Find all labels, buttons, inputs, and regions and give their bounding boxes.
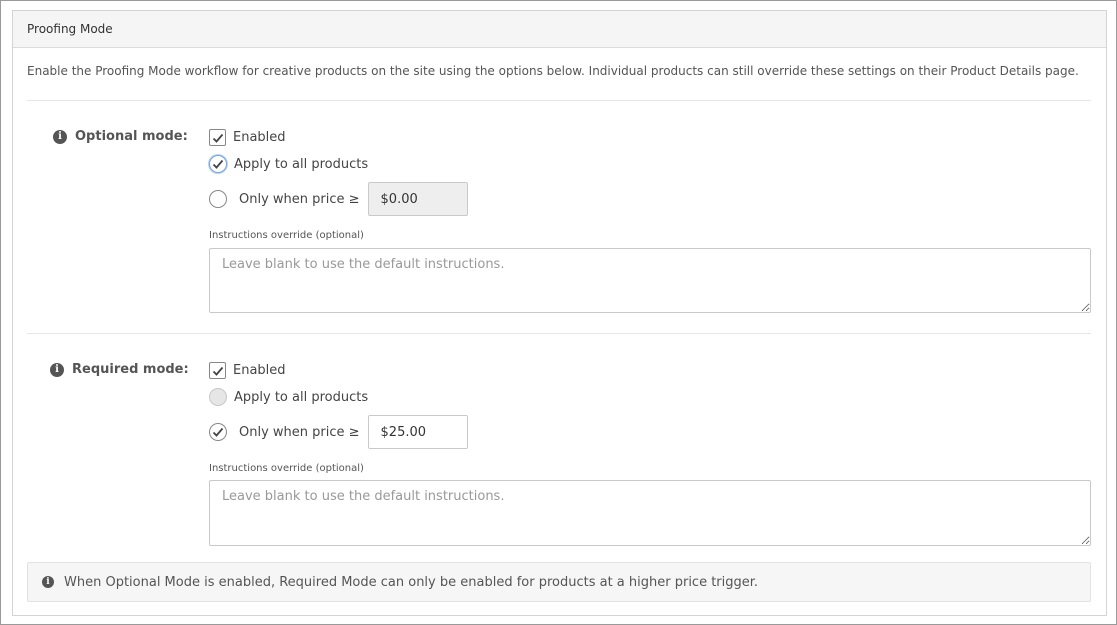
- optional-price-input[interactable]: $0.00: [367, 182, 468, 216]
- info-icon[interactable]: i: [50, 362, 64, 377]
- required-price-row[interactable]: Only when price ≥ $25.00: [209, 415, 468, 449]
- panel-title: Proofing Mode: [27, 22, 113, 36]
- optional-apply-all-label: Apply to all products: [234, 156, 369, 172]
- panel-header: Proofing Mode: [13, 11, 1106, 48]
- required-mode-label-text: Required mode:: [72, 362, 189, 377]
- required-apply-all-label: Apply to all products: [234, 389, 369, 405]
- proofing-mode-panel: Proofing Mode Enable the Proofing Mode w…: [12, 10, 1107, 616]
- optional-mode-label-text: Optional mode:: [75, 129, 188, 144]
- section-divider: [27, 333, 1091, 334]
- optional-mode-label: i Optional mode:: [53, 129, 188, 144]
- optional-enabled-checkbox[interactable]: [209, 129, 226, 146]
- required-only-when-radio[interactable]: [209, 423, 227, 441]
- section-divider: [27, 100, 1091, 101]
- checkmark-icon: [212, 133, 223, 143]
- required-mode-label: i Required mode:: [50, 362, 189, 377]
- optional-only-when-label: Only when price ≥: [239, 191, 360, 207]
- optional-instructions-textarea[interactable]: [209, 248, 1091, 313]
- required-only-when-label: Only when price ≥: [239, 424, 360, 440]
- required-enabled-row[interactable]: Enabled: [209, 362, 286, 379]
- window-frame: Proofing Mode Enable the Proofing Mode w…: [0, 0, 1117, 625]
- info-icon: i: [42, 576, 54, 588]
- required-apply-all-radio[interactable]: [209, 388, 227, 406]
- optional-price-row[interactable]: Only when price ≥ $0.00: [209, 182, 468, 216]
- optional-only-when-radio[interactable]: [209, 190, 227, 208]
- required-instructions-label: Instructions override (optional): [209, 463, 364, 474]
- optional-apply-all-row[interactable]: Apply to all products: [209, 155, 368, 173]
- optional-enabled-row[interactable]: Enabled: [209, 129, 286, 146]
- info-note: i When Optional Mode is enabled, Require…: [27, 562, 1091, 602]
- required-price-input[interactable]: $25.00: [367, 415, 468, 449]
- checkmark-icon: [212, 159, 224, 169]
- optional-apply-all-radio[interactable]: [209, 155, 227, 173]
- required-enabled-checkbox[interactable]: [209, 362, 226, 379]
- required-enabled-label: Enabled: [233, 363, 286, 378]
- intro-text: Enable the Proofing Mode workflow for cr…: [27, 64, 1079, 78]
- required-apply-all-row[interactable]: Apply to all products: [209, 388, 368, 406]
- info-icon[interactable]: i: [53, 129, 67, 144]
- optional-enabled-label: Enabled: [233, 130, 286, 145]
- checkmark-icon: [212, 427, 224, 437]
- required-instructions-textarea[interactable]: [209, 480, 1091, 546]
- info-note-text: When Optional Mode is enabled, Required …: [64, 574, 759, 590]
- optional-instructions-label: Instructions override (optional): [209, 230, 364, 241]
- checkmark-icon: [212, 366, 223, 376]
